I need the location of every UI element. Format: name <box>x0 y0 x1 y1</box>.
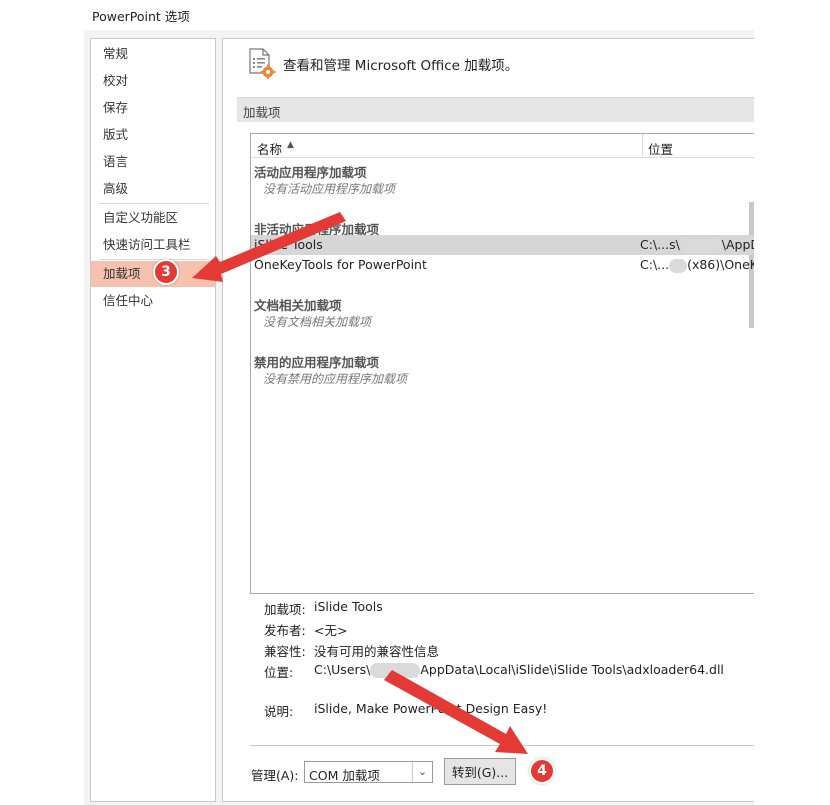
nav-divider <box>99 203 209 204</box>
dialog-title: PowerPoint 选项 <box>92 9 190 24</box>
addin-name: iSlide Tools <box>254 237 323 252</box>
step-badge-3: 3 <box>153 259 179 285</box>
nav-item-proofing[interactable]: 校对 <box>91 68 215 94</box>
group-active-addins: 活动应用程序加载项 <box>254 165 367 180</box>
group-empty-note: 没有文档相关加载项 <box>263 315 372 329</box>
group-document-addins: 文档相关加载项 <box>254 298 342 313</box>
manage-dropdown[interactable]: COM 加载项 ⌄ <box>304 761 433 783</box>
nav-item-customize-ribbon[interactable]: 自定义功能区 <box>91 205 215 231</box>
step-badge-4: 4 <box>529 758 555 784</box>
addins-gear-icon <box>249 48 276 79</box>
nav-item-advanced[interactable]: 高级 <box>91 176 215 202</box>
section-header: 加载项 <box>237 97 754 122</box>
addin-location: C:\... (x86)\OneK <box>640 257 754 273</box>
group-empty-note: 没有禁用的应用程序加载项 <box>263 372 408 386</box>
nav-divider <box>99 259 209 260</box>
section-title: 加载项 <box>243 105 281 120</box>
addin-name: OneKeyTools for PowerPoint <box>254 257 427 272</box>
list-header: 名称 ▲ 位置 <box>251 134 754 158</box>
group-empty-note: 没有活动应用程序加载项 <box>263 182 396 196</box>
column-divider[interactable] <box>642 134 643 158</box>
divider <box>250 745 754 746</box>
chevron-down-icon[interactable]: ⌄ <box>412 762 432 782</box>
nav-item-trust-center[interactable]: 信任中心 <box>91 288 215 314</box>
panel-heading: 查看和管理 Microsoft Office 加载项。 <box>283 58 519 74</box>
manage-dropdown-value: COM 加载项 <box>309 768 380 783</box>
nav-item-general[interactable]: 常规 <box>91 41 215 67</box>
redacted-blur <box>669 258 688 273</box>
manage-label: 管理(A): <box>251 768 299 783</box>
column-header-name[interactable]: 名称 <box>257 139 282 158</box>
group-disabled-addins: 禁用的应用程序加载项 <box>254 355 380 370</box>
addins-list[interactable]: 名称 ▲ 位置 活动应用程序加载项 没有活动应用程序加载项 非活动应用程序加载项… <box>250 133 754 594</box>
column-header-location[interactable]: 位置 <box>648 139 673 158</box>
nav-item-layout[interactable]: 版式 <box>91 122 215 148</box>
redacted-blur <box>679 238 722 253</box>
list-item[interactable]: iSlide Tools C:\...s\\AppD <box>251 235 754 255</box>
nav-item-quick-access-toolbar[interactable]: 快速访问工具栏 <box>91 232 215 258</box>
addin-location: C:\...s\\AppD <box>640 237 754 253</box>
go-button[interactable]: 转到(G)... <box>444 758 516 785</box>
nav-item-save[interactable]: 保存 <box>91 95 215 121</box>
nav-item-language[interactable]: 语言 <box>91 149 215 175</box>
options-nav: 常规 校对 保存 版式 语言 高级 自定义功能区 快速访问工具栏 加载项 信任中… <box>90 38 216 802</box>
list-item[interactable]: OneKeyTools for PowerPoint C:\... (x86)\O… <box>251 255 754 275</box>
sort-ascending-icon: ▲ <box>287 140 294 150</box>
redacted-blur <box>370 663 421 678</box>
